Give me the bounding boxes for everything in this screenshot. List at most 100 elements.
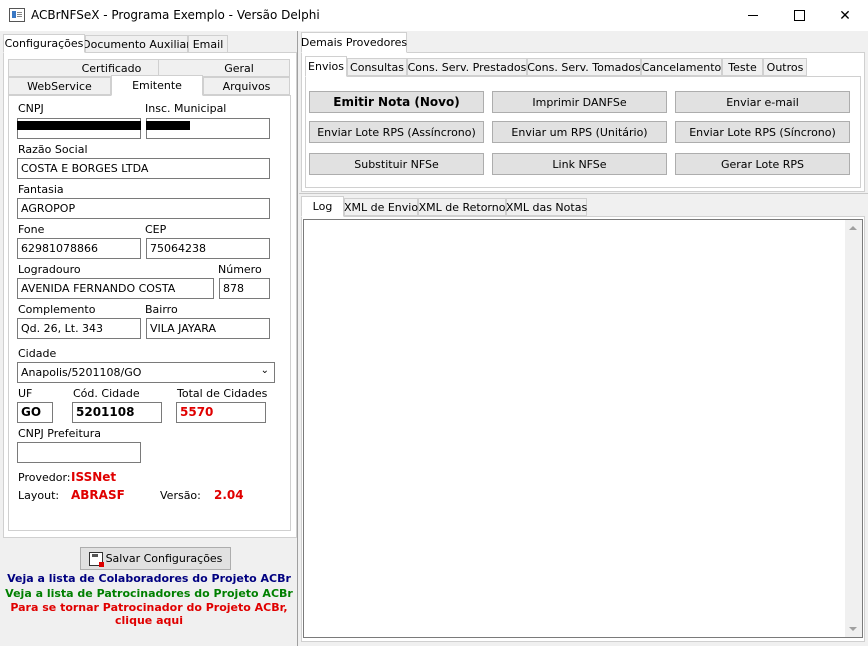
tab-label: XML das Notas [505,200,588,214]
cnpj-prefeitura-label: CNPJ Prefeitura [18,427,102,440]
cod-cidade-field[interactable]: 5201108 [72,402,162,423]
razao-social-label: Razão Social [18,143,88,156]
tab-teste[interactable]: Teste [722,58,763,76]
enviar-lote-sync-button[interactable]: Enviar Lote RPS (Síncrono) [675,121,850,143]
scroll-down-icon[interactable] [849,627,857,631]
tab-consultas[interactable]: Consultas [347,58,407,76]
uf-field[interactable]: GO [17,402,53,423]
enviar-um-rps-button[interactable]: Enviar um RPS (Unitário) [492,121,667,143]
tab-log[interactable]: Log [301,196,344,217]
numero-field[interactable]: 878 [219,278,270,299]
redaction-bar [146,121,190,130]
fantasia-label: Fantasia [18,183,64,196]
tab-label: Outros [766,60,804,74]
uf-label: UF [18,387,33,400]
enviar-email-button[interactable]: Enviar e-mail [675,91,850,113]
link-nfse-button[interactable]: Link NFSe [492,153,667,175]
log-scrollbar[interactable] [845,220,862,637]
bairro-field[interactable]: VILA JAYARA [146,318,270,339]
tab-label: Envios [308,60,344,73]
cidade-label: Cidade [18,347,57,360]
tab-cons-serv-prestados[interactable]: Cons. Serv. Prestados [407,58,527,76]
bairro-label: Bairro [145,303,178,316]
close-icon: ✕ [839,7,851,24]
tab-arquivos[interactable]: Arquivos [203,77,290,95]
tab-configuracoes[interactable]: Configurações [3,34,85,53]
horizontal-splitter[interactable] [299,193,868,194]
tab-label: Documento Auxiliar [82,37,191,51]
tab-label: Arquivos [222,79,271,93]
tab-xml-notas[interactable]: XML das Notas [506,198,587,216]
complemento-field[interactable]: Qd. 26, Lt. 343 [17,318,141,339]
tab-email[interactable]: Email [188,35,228,53]
tab-label: Cons. Serv. Tomados [527,60,641,74]
save-config-button[interactable]: Salvar Configurações [80,547,231,570]
tab-label: Certificado [81,61,142,75]
versao-label: Versão: [160,489,201,502]
tab-xml-retorno[interactable]: XML de Retorno [418,198,506,216]
substituir-nfse-button[interactable]: Substituir NFSe [309,153,484,175]
tab-demais-provedores[interactable]: Demais Provedores [301,32,407,53]
log-textarea[interactable] [303,219,863,638]
tab-label: Cancelamento [641,60,722,74]
tornar-patrocinador-link-line2[interactable]: clique aqui [0,614,298,627]
tab-label: Email [192,37,224,51]
fantasia-field[interactable]: AGROPOP [17,198,270,219]
razao-social-field[interactable]: COSTA E BORGES LTDA [17,158,270,179]
fone-label: Fone [18,223,45,236]
splitter[interactable] [297,31,298,646]
tab-emitente[interactable]: Emitente [111,75,203,96]
enviar-lote-async-button[interactable]: Enviar Lote RPS (Assíncrono) [309,121,484,143]
versao-value: 2.04 [214,488,244,502]
tab-webservice[interactable]: WebService [8,77,111,95]
title-bar: ACBrNFSeX - Programa Exemplo - Versão De… [0,0,868,31]
imprimir-danfse-button[interactable]: Imprimir DANFSe [492,91,667,113]
tab-cons-serv-tomados[interactable]: Cons. Serv. Tomados [527,58,641,76]
tab-label: Demais Provedores [300,36,408,49]
cep-label: CEP [145,223,167,236]
cidade-value: Anapolis/5201108/GO [21,366,142,379]
close-button[interactable]: ✕ [822,0,868,31]
numero-label: Número [218,263,262,276]
tab-label: XML de Envio [343,200,419,214]
minimize-button[interactable] [730,0,776,31]
minimize-icon [748,15,758,16]
tab-label: Configurações [4,37,84,50]
maximize-button[interactable] [776,0,822,31]
cnpj-prefeitura-field[interactable] [17,442,141,463]
fone-field[interactable]: 62981078866 [17,238,141,259]
redaction-bar [17,121,141,130]
tornar-patrocinador-link-line1[interactable]: Para se tornar Patrocinador do Projeto A… [0,601,298,614]
save-config-label: Salvar Configurações [105,552,223,565]
scroll-up-icon[interactable] [849,226,857,230]
layout-value: ABRASF [71,488,125,502]
cidade-select[interactable]: Anapolis/5201108/GO ⌄ [17,362,275,383]
tab-label: Geral [224,61,254,75]
tab-documento-auxiliar[interactable]: Documento Auxiliar [82,35,191,53]
tab-label: Teste [728,60,757,74]
window-title: ACBrNFSeX - Programa Exemplo - Versão De… [31,8,320,22]
cep-field[interactable]: 75064238 [146,238,270,259]
tab-label: Cons. Serv. Prestados [407,60,527,74]
tab-envios[interactable]: Envios [305,56,347,77]
total-cidades-field: 5570 [176,402,266,423]
total-cidades-label: Total de Cidades [177,387,268,400]
gerar-lote-rps-button[interactable]: Gerar Lote RPS [675,153,850,175]
layout-label: Layout: [18,489,60,502]
app-icon [9,8,25,22]
tab-label: Log [312,200,333,213]
tab-label: XML de Retorno [418,200,506,214]
colaboradores-link[interactable]: Veja a lista de Colaboradores do Projeto… [0,572,298,585]
inscricao-label: Insc. Municipal [145,102,227,115]
emitir-nota-button[interactable]: Emitir Nota (Novo) [309,91,484,113]
chevron-down-icon: ⌄ [260,365,269,376]
save-icon [88,551,104,567]
logradouro-field[interactable]: AVENIDA FERNANDO COSTA [17,278,214,299]
logradouro-label: Logradouro [18,263,81,276]
tab-cancelamento[interactable]: Cancelamento [641,58,722,76]
patrocinadores-link[interactable]: Veja a lista de Patrocinadores do Projet… [0,587,298,600]
tab-outros[interactable]: Outros [763,58,807,76]
cod-cidade-label: Cód. Cidade [73,387,140,400]
tab-xml-envio[interactable]: XML de Envio [344,198,418,216]
tab-label: Consultas [350,60,404,74]
